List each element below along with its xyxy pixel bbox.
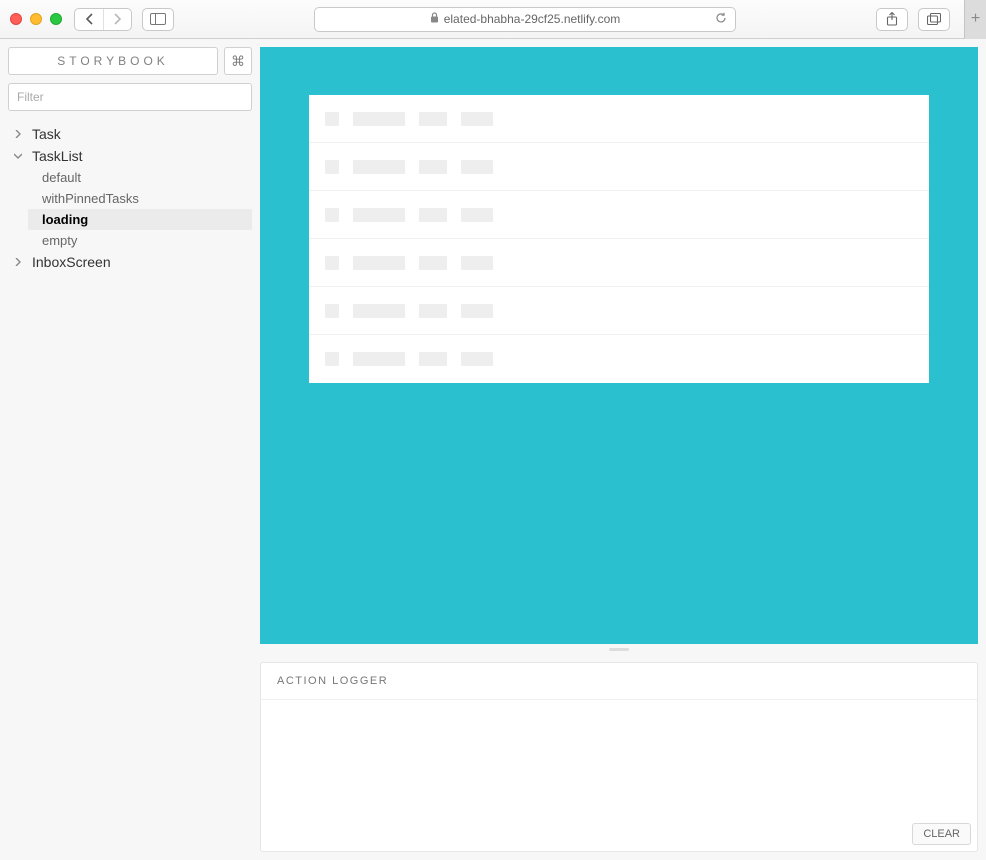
skeleton-bar: [353, 352, 405, 366]
loading-row: [309, 239, 929, 287]
loading-row: [309, 143, 929, 191]
tree-item-label: InboxScreen: [32, 254, 111, 270]
action-logger-panel: ACTION LOGGER CLEAR: [260, 662, 978, 852]
loading-row: [309, 191, 929, 239]
window-close-button[interactable]: [10, 13, 22, 25]
share-icon: [886, 12, 898, 26]
story-loading[interactable]: loading: [28, 209, 252, 230]
reload-button[interactable]: [715, 12, 727, 27]
skeleton-checkbox: [325, 112, 339, 126]
shortcuts-button[interactable]: ⌘: [224, 47, 252, 75]
sidebar-header: STORYBOOK ⌘: [8, 47, 252, 75]
main: ACTION LOGGER CLEAR: [260, 39, 986, 860]
window-minimize-button[interactable]: [30, 13, 42, 25]
skeleton-checkbox: [325, 160, 339, 174]
tabs-button[interactable]: [918, 8, 950, 31]
filter-input[interactable]: [8, 83, 252, 111]
skeleton-bar: [419, 256, 447, 270]
loading-row: [309, 95, 929, 143]
skeleton-bar: [353, 208, 405, 222]
window-zoom-button[interactable]: [50, 13, 62, 25]
tree-item-inboxscreen[interactable]: InboxScreen: [8, 251, 252, 273]
preview-canvas: [260, 47, 978, 644]
chevron-right-icon: [14, 130, 28, 138]
chevron-right-icon: [113, 13, 122, 25]
nav-buttons: [74, 8, 132, 31]
url-text: elated-bhabha-29cf25.netlify.com: [444, 12, 621, 26]
skeleton-bar: [461, 160, 493, 174]
tree-item-task[interactable]: Task: [8, 123, 252, 145]
skeleton-bar: [419, 160, 447, 174]
skeleton-bar: [461, 352, 493, 366]
skeleton-checkbox: [325, 304, 339, 318]
tabs-icon: [927, 13, 941, 25]
skeleton-bar: [353, 256, 405, 270]
skeleton-bar: [353, 160, 405, 174]
clear-button[interactable]: CLEAR: [912, 823, 971, 845]
app-body: STORYBOOK ⌘ Task TaskList default w: [0, 39, 986, 860]
skeleton-bar: [419, 112, 447, 126]
skeleton-bar: [419, 304, 447, 318]
plus-icon: +: [971, 10, 980, 28]
skeleton-bar: [461, 208, 493, 222]
story-withpinnedtasks[interactable]: withPinnedTasks: [28, 188, 252, 209]
chevron-right-icon: [14, 258, 28, 266]
storybook-title[interactable]: STORYBOOK: [8, 47, 218, 75]
browser-chrome: elated-bhabha-29cf25.netlify.com +: [0, 0, 986, 39]
skeleton-bar: [461, 256, 493, 270]
skeleton-bar: [353, 304, 405, 318]
skeleton-bar: [353, 112, 405, 126]
skeleton-bar: [461, 304, 493, 318]
story-empty[interactable]: empty: [28, 230, 252, 251]
story-default[interactable]: default: [28, 167, 252, 188]
skeleton-bar: [461, 112, 493, 126]
action-logger-body: [261, 700, 977, 851]
chevron-down-icon: [14, 152, 28, 160]
skeleton-checkbox: [325, 208, 339, 222]
lock-icon: [430, 12, 439, 26]
window-controls: [10, 13, 62, 25]
panel-resize-handle[interactable]: [260, 648, 978, 652]
right-chrome-buttons: +: [876, 0, 976, 39]
story-tree: Task TaskList default withPinnedTasks lo…: [8, 123, 252, 273]
loading-row: [309, 335, 929, 383]
skeleton-checkbox: [325, 256, 339, 270]
chevron-left-icon: [85, 13, 94, 25]
back-button[interactable]: [75, 9, 103, 30]
new-tab-button[interactable]: +: [964, 0, 986, 39]
skeleton-bar: [419, 352, 447, 366]
loading-list: [309, 95, 929, 383]
grip-icon: [609, 648, 629, 651]
sidebar-toggle-button[interactable]: [142, 8, 174, 31]
action-logger-title: ACTION LOGGER: [261, 663, 977, 700]
command-icon: ⌘: [231, 53, 245, 70]
tree-item-label: TaskList: [32, 148, 83, 164]
loading-row: [309, 287, 929, 335]
reload-icon: [715, 12, 727, 24]
sidebar: STORYBOOK ⌘ Task TaskList default w: [0, 39, 260, 860]
forward-button[interactable]: [103, 9, 131, 30]
tree-item-label: Task: [32, 126, 61, 142]
tree-item-tasklist[interactable]: TaskList: [8, 145, 252, 167]
tree-children-tasklist: default withPinnedTasks loading empty: [28, 167, 252, 251]
skeleton-checkbox: [325, 352, 339, 366]
share-button[interactable]: [876, 8, 908, 31]
sidebar-icon: [150, 13, 166, 25]
url-bar[interactable]: elated-bhabha-29cf25.netlify.com: [314, 7, 736, 32]
skeleton-bar: [419, 208, 447, 222]
